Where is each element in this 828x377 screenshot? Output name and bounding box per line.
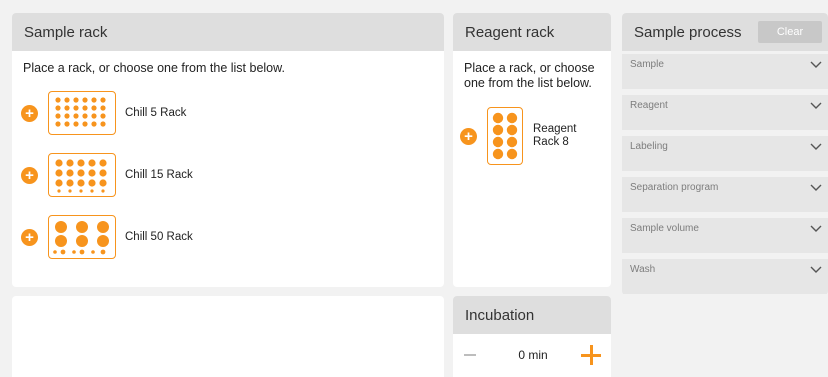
- sample-rack-instruction: Place a rack, or choose one from the lis…: [23, 61, 285, 75]
- chevron-down-icon: [810, 61, 822, 68]
- rack-thumbnail-icon: [48, 215, 116, 259]
- sample-process-panel: Sample process Clear Sample Reagent Labe…: [622, 13, 828, 295]
- sample-rack-title: Sample rack: [12, 13, 444, 51]
- chevron-down-icon: [810, 143, 822, 150]
- incubation-title: Incubation: [453, 296, 611, 334]
- rack-label: Chill 50 Rack: [125, 231, 193, 243]
- process-item-label: Reagent: [630, 100, 668, 111]
- incubation-value: 0 min: [518, 348, 548, 362]
- add-circle-icon[interactable]: +: [21, 104, 38, 122]
- process-item-reagent[interactable]: Reagent: [622, 95, 828, 130]
- clear-button[interactable]: Clear: [758, 21, 822, 43]
- incubation-panel: Incubation 0 min: [453, 296, 611, 377]
- process-item-wash[interactable]: Wash: [622, 259, 828, 294]
- add-circle-icon[interactable]: +: [21, 228, 38, 246]
- rack-item-chill-50[interactable]: + Chill 50 Rack: [21, 215, 193, 259]
- process-item-label: Labeling: [630, 141, 668, 152]
- incubation-stepper: 0 min: [453, 342, 611, 368]
- chevron-down-icon: [810, 225, 822, 232]
- rack-item-chill-15[interactable]: + Chill 15 Rack: [21, 153, 193, 197]
- chevron-down-icon: [810, 184, 822, 191]
- sample-process-title: Sample process: [634, 23, 742, 41]
- reagent-rack-item[interactable]: + Reagent Rack 8: [460, 107, 593, 165]
- process-item-label: Separation program: [630, 182, 719, 193]
- process-item-label: Sample volume: [630, 223, 699, 234]
- process-item-separation-program[interactable]: Separation program: [622, 177, 828, 212]
- rack-thumbnail-icon: [487, 107, 523, 165]
- add-circle-icon[interactable]: +: [21, 166, 38, 184]
- plus-icon[interactable]: [581, 345, 601, 365]
- process-item-labeling[interactable]: Labeling: [622, 136, 828, 171]
- rack-thumbnail-icon: [48, 153, 116, 197]
- process-item-label: Wash: [630, 264, 656, 275]
- rack-label: Chill 15 Rack: [125, 169, 193, 181]
- sample-rack-panel: Sample rack Place a rack, or choose one …: [12, 13, 444, 287]
- add-circle-icon[interactable]: +: [460, 127, 477, 145]
- rack-thumbnail-icon: [48, 91, 116, 135]
- sample-process-header: Sample process Clear: [622, 13, 828, 51]
- minus-icon[interactable]: [464, 354, 476, 356]
- chevron-down-icon: [810, 266, 822, 273]
- empty-panel: [12, 296, 444, 377]
- reagent-rack-panel: Reagent rack Place a rack, or choose one…: [453, 13, 611, 287]
- process-item-label: Sample: [630, 59, 664, 70]
- process-item-sample[interactable]: Sample: [622, 54, 828, 89]
- rack-label: Chill 5 Rack: [125, 107, 187, 119]
- reagent-rack-title: Reagent rack: [453, 13, 611, 51]
- reagent-rack-label: Reagent Rack 8: [533, 123, 577, 148]
- reagent-rack-instruction: Place a rack, or choose one from the lis…: [464, 61, 595, 90]
- rack-item-chill-5[interactable]: + Chill 5 Rack: [21, 91, 186, 135]
- chevron-down-icon: [810, 102, 822, 109]
- process-item-sample-volume[interactable]: Sample volume: [622, 218, 828, 253]
